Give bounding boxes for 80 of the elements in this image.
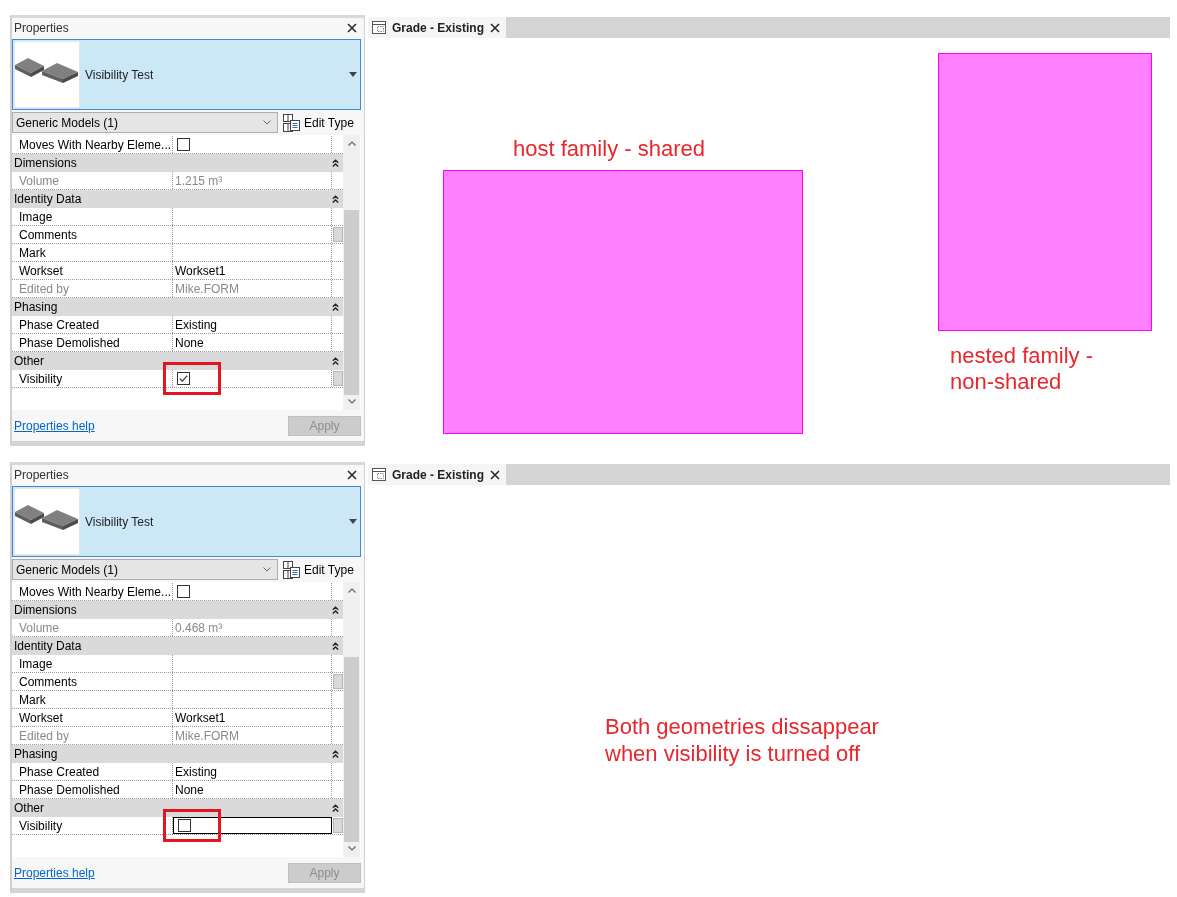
property-name: Visibility	[12, 370, 173, 387]
view-tab[interactable]: Grade - Existing	[368, 464, 507, 485]
annotation-text: nested family - non-shared	[950, 343, 1094, 395]
group-header[interactable]: Phasing	[12, 298, 343, 316]
dropdown-arrow-icon	[349, 519, 357, 524]
chevron-up-icon[interactable]	[347, 588, 356, 593]
help-link[interactable]: Properties help	[14, 865, 95, 880]
property-name: Mark	[12, 244, 173, 261]
property-name: Phase Demolished	[12, 334, 173, 351]
chevron-down-icon	[263, 120, 271, 125]
group-header[interactable]: Identity Data	[12, 637, 343, 655]
group-header[interactable]: Phasing	[12, 745, 343, 763]
view-icon	[372, 468, 386, 481]
category-dropdown[interactable]: Generic Models (1)	[12, 559, 278, 580]
property-name: Edited by	[12, 280, 173, 297]
scroll-thumb[interactable]	[344, 210, 359, 395]
property-name: Comments	[12, 673, 173, 690]
table-icon	[283, 113, 300, 132]
property-name: Moves With Nearby Eleme...	[12, 583, 173, 600]
property-name: Volume	[12, 172, 173, 189]
group-header[interactable]: Other	[12, 352, 343, 370]
property-value: 1.215 m³	[173, 172, 332, 189]
property-value: Existing	[173, 316, 332, 333]
scroll-thumb[interactable]	[344, 657, 359, 842]
property-name: Moves With Nearby Eleme...	[12, 136, 173, 153]
property-name: Workset	[12, 262, 173, 279]
property-value: None	[173, 334, 332, 351]
property-name: Workset	[12, 709, 173, 726]
help-link[interactable]: Properties help	[14, 418, 95, 433]
property-value: Workset1	[173, 709, 332, 726]
property-name: Mark	[12, 691, 173, 708]
annotation-text: Both geometries dissappear when visibility is turned off	[605, 713, 879, 767]
scrollbar[interactable]	[343, 135, 360, 410]
chevron-down-icon	[263, 567, 271, 572]
close-icon[interactable]	[347, 470, 357, 480]
checkbox[interactable]	[177, 585, 190, 598]
property-value: None	[173, 781, 332, 798]
property-value: Mike.FORM	[173, 727, 332, 744]
slabs-preview	[14, 41, 80, 108]
type-selector[interactable]: Visibility Test	[12, 486, 361, 557]
group-header[interactable]: Dimensions	[12, 154, 343, 172]
annotation-text: host family - shared	[513, 136, 705, 162]
checkbox[interactable]	[177, 138, 190, 151]
property-name: Volume	[12, 619, 173, 636]
property-value: Mike.FORM	[173, 280, 332, 297]
category-dropdown[interactable]: Generic Models (1)	[12, 112, 278, 133]
edit-type-button[interactable]: Edit Type	[283, 112, 356, 133]
chevron-down-icon[interactable]	[347, 846, 356, 851]
group-header[interactable]: Other	[12, 799, 343, 817]
scrollbar[interactable]	[343, 582, 360, 857]
property-name: Comments	[12, 226, 173, 243]
checkbox[interactable]	[177, 372, 190, 385]
table-icon	[283, 560, 300, 579]
close-icon[interactable]	[490, 22, 501, 33]
type-selector[interactable]: Visibility Test	[12, 39, 361, 110]
close-icon[interactable]	[347, 23, 357, 33]
group-header[interactable]: Identity Data	[12, 190, 343, 208]
dropdown-arrow-icon	[349, 72, 357, 77]
edit-type-button[interactable]: Edit Type	[283, 559, 356, 580]
chevron-up-icon[interactable]	[347, 141, 356, 146]
slabs-preview	[14, 488, 80, 555]
group-header[interactable]: Dimensions	[12, 601, 343, 619]
checkbox[interactable]	[178, 819, 191, 832]
property-name: Image	[12, 655, 173, 672]
view-tab[interactable]: Grade - Existing	[368, 17, 507, 38]
property-name: Visibility	[12, 817, 173, 834]
property-name: Phase Created	[12, 316, 173, 333]
property-name: Phase Demolished	[12, 781, 173, 798]
value-edit-field[interactable]	[173, 817, 332, 834]
property-value: 0.468 m³	[173, 619, 332, 636]
property-value: Existing	[173, 763, 332, 780]
property-name: Image	[12, 208, 173, 225]
property-name: Phase Created	[12, 763, 173, 780]
chevron-down-icon[interactable]	[347, 399, 356, 404]
property-name: Edited by	[12, 727, 173, 744]
panel-title: Properties	[14, 21, 69, 35]
view-icon	[372, 21, 386, 34]
property-value: Workset1	[173, 262, 332, 279]
close-icon[interactable]	[490, 469, 501, 480]
panel-title: Properties	[14, 468, 69, 482]
